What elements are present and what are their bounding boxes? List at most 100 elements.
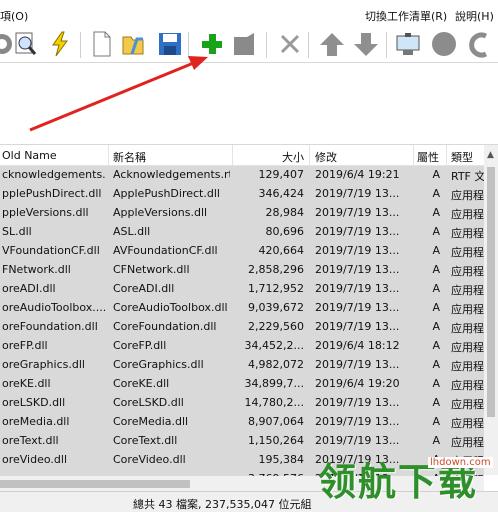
vertical-scroll-thumb[interactable] [487,167,495,417]
table-row[interactable]: oreFoundation.dll CoreFoundation.dll 2,229… [0,318,484,337]
table-row[interactable]: oreKE.dll CoreKE.dll 34,899,7... 2019/6/4 1… [0,375,484,394]
find-icon[interactable] [12,28,40,60]
cell-new: ApplePushDirect.dll [113,187,220,200]
cell-type: 应用程 [451,265,484,278]
cell-new: CoreGraphics.dll [113,358,204,371]
cell-date: 2019/6/4 19:21 [315,168,400,181]
stop-circle-icon[interactable] [430,28,458,60]
column-divider[interactable] [413,145,414,165]
cell-attr: A [432,244,440,257]
display-icon[interactable] [394,28,422,60]
cell-new: CoreAudioToolbox.dll [113,301,228,314]
menu-item-options[interactable]: 項(O) [0,8,28,24]
cell-attr: A [432,339,440,352]
col-header-new-name[interactable]: 新名稱 [113,149,146,165]
delete-x-icon[interactable] [276,28,304,60]
table-row[interactable]: SL.dll ASL.dll 80,696 2019/7/19 13... A 应用程 [0,223,484,242]
cell-attr: A [432,282,440,295]
cell-new: Acknowledgements.rtf [113,168,230,181]
move-up-icon[interactable] [318,28,346,60]
cell-old: SL.dll [2,225,32,238]
cell-old: oreADI.dll [2,282,56,295]
column-divider[interactable] [232,145,233,165]
cell-type: 应用程 [451,246,484,259]
cell-type: 应用程 [451,398,484,411]
cell-attr: A [432,187,440,200]
cell-size: 34,899,7... [244,377,304,390]
table-row[interactable]: pplePushDirect.dll ApplePushDirect.dll 346… [0,185,484,204]
cell-date: 2019/7/19 13... [315,415,400,428]
table-row[interactable]: ppleVersions.dll AppleVersions.dll 28,984 2… [0,204,484,223]
cell-old: oreText.dll [2,434,59,447]
cell-new: CoreKE.dll [113,377,170,390]
horizontal-scroll-thumb[interactable] [0,480,190,488]
cell-old: oreMedia.dll [2,415,70,428]
cell-date: 2019/7/19 13... [315,263,400,276]
cell-date: 2019/6/4 18:12 [315,339,400,352]
cell-size: 1,712,952 [248,282,304,295]
cell-new: CoreLSKD.dll [113,396,184,409]
column-divider[interactable] [446,145,447,165]
new-file-icon[interactable] [88,28,116,60]
cell-attr: A [432,320,440,333]
cell-new: CoreText.dll [113,434,178,447]
table-row[interactable]: oreMedia.dll CoreMedia.dll 8,907,064 2019/7… [0,413,484,432]
cell-size: 420,664 [258,244,305,257]
cell-type: RTF 文 [451,170,484,183]
column-divider[interactable] [309,145,310,165]
menu-item-worklist[interactable]: 切換工作清單(R) [365,8,447,24]
table-row[interactable]: oreADI.dll CoreADI.dll 1,712,952 2019/7/19 … [0,280,484,299]
scroll-up-icon[interactable]: ▲ [487,150,494,160]
cell-new: AppleVersions.dll [113,206,208,219]
cell-attr: A [432,377,440,390]
toolbar-separator [188,32,189,58]
table-row[interactable]: cknowledgements... Acknowledgements.rtf 12… [0,166,484,185]
cell-type: 应用程 [451,360,484,373]
cell-old: oreVideo.dll [2,453,67,466]
col-header-attributes[interactable]: 屬性 [417,149,439,165]
toolbar [0,28,498,62]
move-down-icon[interactable] [352,28,380,60]
lightning-icon[interactable] [46,28,74,60]
cell-old: ppleVersions.dll [2,206,89,219]
cell-type: 应用程 [451,341,484,354]
col-header-old-name[interactable]: Old Name [2,149,57,162]
cell-old: oreAudioToolbox.... [2,301,106,314]
table-row[interactable]: oreLSKD.dll CoreLSKD.dll 14,780,2... 2019/7… [0,394,484,413]
file-rows: cknowledgements... Acknowledgements.rtf 12… [0,166,484,476]
table-row[interactable]: oreGraphics.dll CoreGraphics.dll 4,982,072… [0,356,484,375]
menu-item-help[interactable]: 說明(H) [455,8,494,24]
cell-size: 2,229,560 [248,320,304,333]
redo-icon[interactable] [466,28,494,60]
cell-size: 195,384 [258,453,305,466]
cell-size: 80,696 [265,225,305,238]
col-header-size[interactable]: 大小 [282,149,304,165]
cell-size: 28,984 [265,206,305,219]
cell-attr: A [432,415,440,428]
cell-date: 2019/7/19 13... [315,206,400,219]
table-row[interactable]: oreFP.dll CoreFP.dll 34,452,2... 2019/6/4 1… [0,337,484,356]
cell-new: ASL.dll [113,225,151,238]
table-row[interactable]: oreAudioToolbox.... CoreAudioToolbox.dll 9… [0,299,484,318]
save-icon[interactable] [156,28,184,60]
table-row[interactable]: FNetwork.dll CFNetwork.dll 2,858,296 2019/7… [0,261,484,280]
cell-old: oreLSKD.dll [2,396,66,409]
cell-attr: A [432,301,440,314]
vertical-scrollbar[interactable]: ▲ [484,145,498,475]
col-header-modified[interactable]: 修改 [315,149,337,165]
open-folder-icon[interactable] [120,28,148,60]
file-list: Old Name 新名稱 大小 修改 屬性 類型 cknowledgements… [0,144,498,492]
cell-old: cknowledgements... [2,168,106,181]
path-bar[interactable] [0,62,498,94]
cell-attr: A [432,225,440,238]
cell-date: 2019/7/19 13... [315,301,400,314]
table-row[interactable]: VFoundationCF.dll AVFoundationCF.dll 420,6… [0,242,484,261]
cell-new: CoreFP.dll [113,339,167,352]
cell-new: CoreMedia.dll [113,415,189,428]
col-header-type[interactable]: 類型 [451,149,473,165]
tag-icon[interactable] [230,28,258,60]
toolbar-separator [80,32,81,58]
column-divider[interactable] [108,145,109,165]
cell-old: VFoundationCF.dll [2,244,100,257]
add-icon[interactable] [198,28,226,60]
